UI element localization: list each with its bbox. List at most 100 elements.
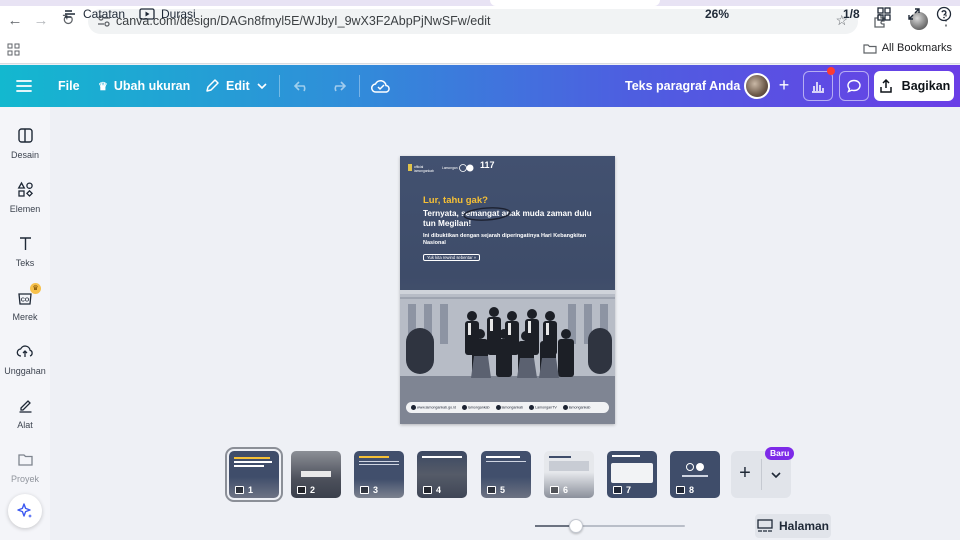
sidebar-item-label: Proyek (10, 474, 39, 484)
comment-icon (847, 79, 861, 93)
divider (359, 75, 360, 97)
insights-button[interactable] (803, 71, 833, 101)
page-thumbnail[interactable]: 4 (417, 451, 467, 498)
page-thumbnail[interactable]: 2 (291, 451, 341, 498)
page-thumbnail[interactable]: 8 (670, 451, 720, 498)
zoom-value: 26% (705, 7, 730, 21)
pencil-icon (206, 79, 219, 92)
header-logos: official lamongankab Lamongan (408, 164, 474, 173)
scribble-ring (463, 207, 511, 221)
page-thumbnail[interactable]: 3 (354, 451, 404, 498)
main-menu-button[interactable] (14, 65, 34, 107)
sidebar-item-label: Alat (17, 420, 33, 430)
resize-label: Ubah ukuran (113, 79, 191, 93)
notification-dot (827, 67, 835, 75)
file-label: File (58, 79, 80, 93)
social-footer: www.lamongankab.go.id lamongankab lamong… (406, 402, 609, 413)
pen-tool-icon (19, 399, 31, 413)
chevron-down-icon (257, 83, 267, 90)
all-bookmarks-label: All Bookmarks (881, 42, 952, 54)
sidebar-item-projects[interactable]: Proyek (0, 449, 50, 484)
crown-icon: ♛ (98, 80, 108, 93)
add-page-button[interactable]: + (731, 451, 759, 498)
anniversary-logo: 117 (480, 160, 495, 170)
zoom-slider[interactable] (535, 519, 685, 533)
design-cta-pill[interactable]: Yuk kita rewind sebentar » (423, 254, 481, 261)
pages-view-button[interactable]: Halaman (755, 514, 831, 538)
folder-icon (17, 453, 33, 466)
editor-header: File ♛ Ubah ukuran Edit Teks paragraf An… (0, 65, 960, 107)
pages-icon (757, 519, 773, 532)
invite-button[interactable]: + (772, 74, 796, 98)
grid-view-button[interactable] (877, 0, 891, 28)
magic-assistant-button[interactable] (8, 494, 42, 528)
page-thumbnail[interactable]: 6 (544, 451, 594, 498)
shapes-icon (17, 181, 33, 197)
share-label: Bagikan (901, 79, 951, 93)
side-panel: Desain Elemen Teks CO ♛ Merek Unggahan Al… (0, 107, 50, 540)
page-number: 1 (248, 485, 254, 495)
page-thumbnail[interactable]: 5 (481, 451, 531, 498)
sidebar-item-brand[interactable]: CO ♛ Merek (0, 283, 50, 322)
redo-button[interactable] (328, 65, 348, 107)
document-title[interactable]: Teks paragraf Anda (625, 65, 740, 107)
resize-button[interactable]: ♛ Ubah ukuran (98, 65, 190, 107)
duration-label: Durasi (161, 7, 196, 21)
sidebar-item-label: Elemen (9, 204, 41, 214)
sidebar-item-label: Merek (12, 312, 38, 322)
edit-mode-button[interactable]: Edit (204, 65, 268, 107)
all-bookmarks[interactable]: All Bookmarks (863, 42, 952, 54)
page-number: 8 (689, 485, 695, 495)
youtube-text: LamonganTV (529, 405, 557, 410)
apps-grid-icon[interactable] (7, 43, 20, 56)
page-counter[interactable]: 1/8 (843, 0, 860, 28)
sidebar-item-uploads[interactable]: Unggahan (0, 341, 50, 376)
back-icon[interactable]: ← (6, 12, 24, 30)
collaborator-avatar[interactable] (744, 73, 770, 99)
comments-button[interactable] (839, 71, 869, 101)
design-page[interactable]: official lamongankab Lamongan 117 Lur, t… (400, 156, 615, 424)
website-text: www.lamongankab.go.id (411, 405, 456, 410)
page-thumbnail[interactable]: 1 (225, 447, 283, 502)
layout-icon (17, 127, 33, 143)
sparkle-icon (17, 503, 32, 518)
cloud-check-icon (371, 79, 390, 93)
tiktok-text: lamongankab (562, 405, 590, 410)
address-bar[interactable]: canva.com/design/DAGn8fmyl5E/WJbyI_9wX3F… (88, 9, 858, 34)
page-thumbnail[interactable]: 7 (607, 451, 657, 498)
file-menu-button[interactable]: File (58, 65, 80, 107)
crown-icon: ♛ (30, 283, 41, 294)
edit-label: Edit (226, 79, 250, 93)
page-number: 4 (436, 485, 442, 495)
notes-label: Catatan (83, 7, 126, 21)
design-eyebrow[interactable]: Lur, tahu gak? (423, 195, 488, 206)
divider (761, 459, 762, 490)
page-number: 7 (626, 485, 632, 495)
zoom-slider-handle[interactable] (568, 519, 583, 533)
page-number: 3 (373, 485, 379, 495)
hamburger-icon (16, 80, 32, 92)
grid-icon (877, 7, 891, 21)
notes-button[interactable]: Catatan (63, 0, 125, 28)
forward-icon[interactable]: → (32, 12, 50, 30)
sidebar-item-label: Teks (15, 258, 35, 268)
help-icon (936, 6, 952, 22)
sidebar-item-elements[interactable]: Elemen (0, 179, 50, 214)
sidebar-item-tools[interactable]: Alat (0, 395, 50, 430)
duration-button[interactable]: Durasi (139, 0, 196, 28)
sidebar-item-design[interactable]: Desain (0, 125, 50, 160)
chevron-down-icon (771, 471, 781, 478)
help-button[interactable] (936, 0, 952, 28)
folder-icon (863, 43, 877, 54)
expand-icon (908, 8, 920, 20)
undo-button[interactable] (292, 65, 312, 107)
save-status-button[interactable] (370, 65, 392, 107)
facebook-text: lamongankab (495, 405, 523, 410)
sidebar-item-text[interactable]: Teks (0, 233, 50, 268)
zoom-level[interactable]: 26% (705, 0, 729, 28)
fullscreen-button[interactable] (907, 0, 921, 28)
design-subtext[interactable]: Ini dibuktikan dengan sejarah diperingat… (423, 233, 598, 247)
page-counter-text: 1/8 (843, 7, 860, 21)
sidebar-item-label: Unggahan (4, 366, 46, 376)
share-button[interactable]: Bagikan (874, 71, 954, 101)
